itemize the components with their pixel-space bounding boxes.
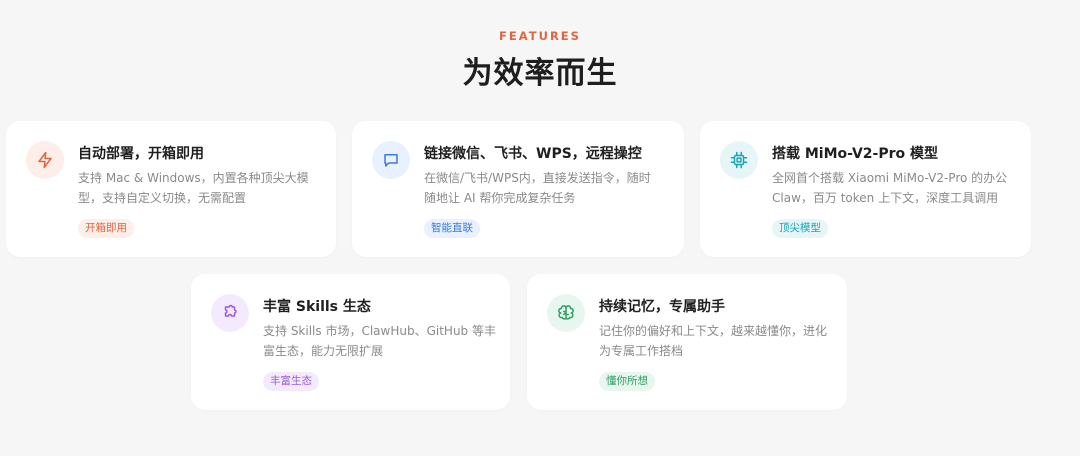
- puzzle-icon: [211, 294, 249, 332]
- feature-description: 全网首个搭载 Xiaomi MiMo-V2-Pro 的办公 Claw，百万 to…: [772, 171, 1008, 205]
- feature-card-skills: 丰富 Skills 生态 支持 Skills 市场，ClawHub、GitHub…: [191, 274, 510, 410]
- lightning-icon: [26, 141, 64, 179]
- feature-card-remote-control: 链接微信、飞书、WPS，远程操控 在微信/飞书/WPS内，直接发送指令，随时随地…: [352, 121, 684, 257]
- feature-card-auto-deploy: 自动部署，开箱即用 支持 Mac & Windows，内置各种顶尖大模型，支持自…: [6, 121, 336, 257]
- feature-title: 自动部署，开箱即用: [78, 146, 204, 162]
- brain-icon: [547, 294, 585, 332]
- feature-tag: 顶尖模型: [772, 219, 828, 238]
- feature-description: 记住你的偏好和上下文，越来越懂你，进化为专属工作搭档: [599, 324, 828, 358]
- feature-tag: 丰富生态: [263, 372, 319, 391]
- chip-icon: [720, 141, 758, 179]
- feature-title: 丰富 Skills 生态: [263, 299, 371, 315]
- section-title: 为效率而生: [462, 56, 618, 91]
- feature-tag: 懂你所想: [599, 372, 655, 391]
- section-eyebrow: FEATURES: [499, 29, 581, 43]
- feature-card-memory: 持续记忆，专属助手 记住你的偏好和上下文，越来越懂你，进化为专属工作搭档 懂你所…: [527, 274, 847, 410]
- feature-description: 支持 Mac & Windows，内置各种顶尖大模型，支持自定义切换，无需配置: [78, 171, 309, 205]
- feature-title: 持续记忆，专属助手: [599, 299, 725, 315]
- feature-description: 在微信/飞书/WPS内，直接发送指令，随时随地让 AI 帮你完成复杂任务: [424, 171, 651, 205]
- feature-title: 链接微信、飞书、WPS，远程操控: [424, 146, 642, 162]
- feature-description: 支持 Skills 市场，ClawHub、GitHub 等丰富生态，能力无限扩展: [263, 324, 496, 358]
- feature-tag: 智能直联: [424, 219, 480, 238]
- feature-card-model: 搭载 MiMo-V2-Pro 模型 全网首个搭载 Xiaomi MiMo-V2-…: [700, 121, 1031, 257]
- feature-tag: 开箱即用: [78, 219, 134, 238]
- feature-title: 搭载 MiMo-V2-Pro 模型: [772, 146, 938, 162]
- message-icon: [372, 141, 410, 179]
